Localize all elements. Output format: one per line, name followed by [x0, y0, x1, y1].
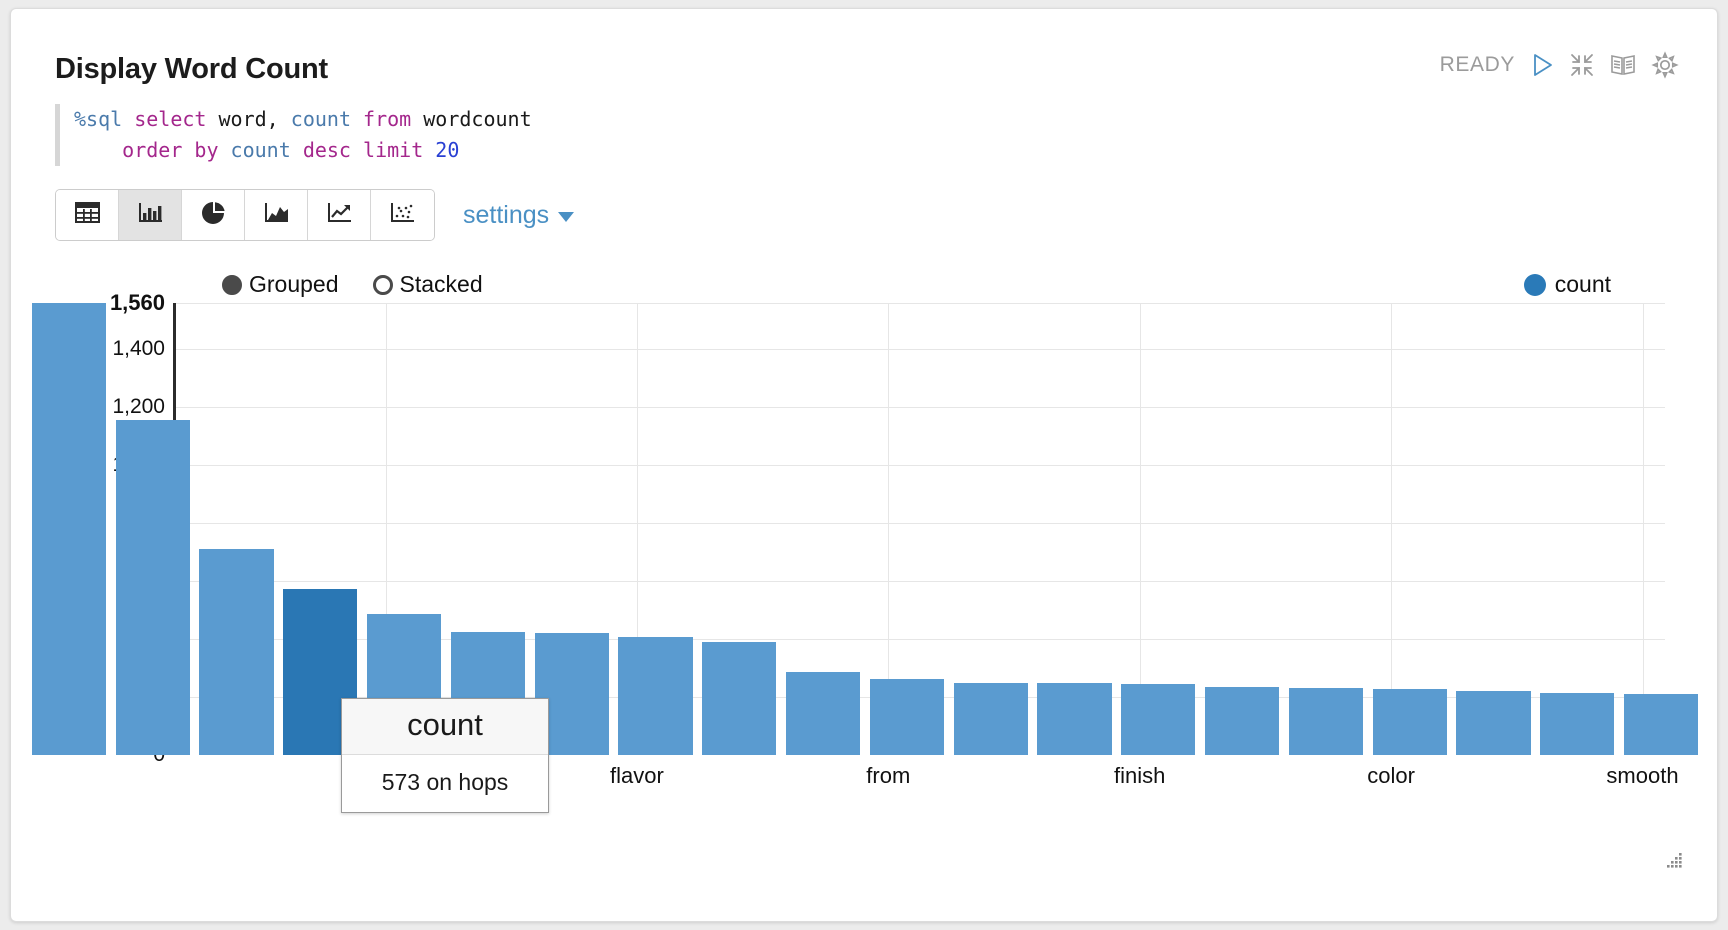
chart-plot-area: 02004006008001,0001,2001,4001,560 thisfl… [27, 290, 1703, 815]
viz-button-pie-chart[interactable] [182, 190, 245, 240]
chart-bar[interactable] [618, 636, 693, 755]
chart-bars [27, 303, 1703, 755]
chart-bar[interactable] [1540, 693, 1615, 755]
x-axis-tick: finish [1114, 763, 1166, 788]
chart-bar[interactable] [702, 642, 777, 755]
chart-bar[interactable] [1372, 688, 1447, 755]
chart-bar[interactable] [1037, 683, 1112, 755]
pie-chart-icon [200, 200, 227, 230]
code-editor[interactable]: %sql select word, count from wordcount o… [55, 104, 1455, 166]
paragraph-header-controls: READY [1440, 51, 1679, 79]
chart-bar[interactable] [1456, 691, 1531, 755]
chart-bar[interactable] [1121, 683, 1196, 755]
chart-container: Grouped Stacked count 02004006008001,000… [27, 261, 1703, 821]
chart-bar[interactable] [869, 678, 944, 755]
radio-grouped[interactable]: Grouped [222, 271, 339, 298]
radio-stacked-dot [372, 274, 393, 295]
area-chart-icon [263, 200, 290, 230]
code-table-name: wordcount [423, 107, 532, 131]
code-keyword-limit: limit [363, 138, 424, 162]
radio-grouped-dot [222, 274, 242, 295]
scatter-chart-icon [389, 200, 416, 230]
chart-bar[interactable] [31, 303, 106, 755]
radio-stacked-label: Stacked [399, 271, 483, 297]
notebook-page-frame: Display Word Count READY %sql select wor… [10, 8, 1718, 922]
x-axis-tick: from [866, 763, 911, 788]
book-icon[interactable] [1609, 52, 1637, 78]
chart-bar[interactable] [115, 420, 190, 755]
code-keyword-desc: desc [302, 138, 351, 162]
tooltip-value: 573 on hops [381, 769, 509, 795]
chart-bar[interactable] [1205, 686, 1280, 755]
legend-series-label: count [1554, 271, 1611, 297]
chart-bar[interactable] [1624, 693, 1699, 755]
x-axis-tick: flavor [609, 763, 664, 788]
viz-button-bar-chart[interactable] [119, 190, 182, 240]
page-title: Display Word Count [55, 53, 328, 85]
chart-bar[interactable] [953, 682, 1028, 755]
chevron-down-icon [558, 212, 575, 222]
bar-chart-icon [137, 200, 164, 230]
chart-tooltip: count 573 on hops [341, 698, 549, 813]
notebook-paragraph: Display Word Count READY %sql select wor… [27, 21, 1703, 909]
viz-button-scatter-chart[interactable] [371, 190, 434, 240]
x-axis-tick: color [1367, 763, 1415, 788]
code-column-count: count [290, 107, 351, 131]
code-keyword-from: from [363, 107, 412, 131]
chart-legend[interactable]: count [1523, 271, 1611, 298]
tooltip-header: count [342, 699, 548, 755]
settings-dropdown[interactable]: settings [463, 200, 575, 230]
resize-handle[interactable] [1663, 849, 1685, 871]
code-keyword-select: select [134, 107, 207, 131]
chart-type-button-group [55, 189, 435, 241]
code-keyword-orderby: order by [122, 138, 219, 162]
chart-mode-radio-group: Grouped Stacked [222, 271, 483, 298]
code-column-word: word, [218, 107, 279, 131]
visualization-toolbar: settings [55, 189, 575, 241]
code-orderby-column: count [230, 138, 291, 162]
radio-grouped-label: Grouped [249, 271, 339, 297]
chart-bar[interactable] [199, 549, 274, 755]
chart-bar[interactable] [1288, 688, 1363, 755]
run-icon[interactable] [1529, 52, 1555, 78]
radio-stacked[interactable]: Stacked [372, 271, 483, 298]
x-axis-tick: smooth [1606, 763, 1679, 788]
viz-button-table[interactable] [56, 190, 119, 240]
code-magic: %sql [74, 107, 123, 131]
collapse-icon[interactable] [1569, 52, 1595, 78]
legend-color-swatch [1523, 273, 1546, 296]
table-icon [74, 200, 101, 230]
gear-icon[interactable] [1651, 51, 1679, 79]
viz-button-area-chart[interactable] [245, 190, 308, 240]
line-chart-icon [326, 200, 353, 230]
chart-bar[interactable] [786, 671, 861, 755]
viz-button-line-chart[interactable] [308, 190, 371, 240]
code-limit-value: 20 [435, 138, 460, 162]
status-badge: READY [1439, 53, 1515, 76]
settings-label: settings [463, 200, 550, 229]
screen-root: Display Word Count READY %sql select wor… [0, 0, 1728, 930]
